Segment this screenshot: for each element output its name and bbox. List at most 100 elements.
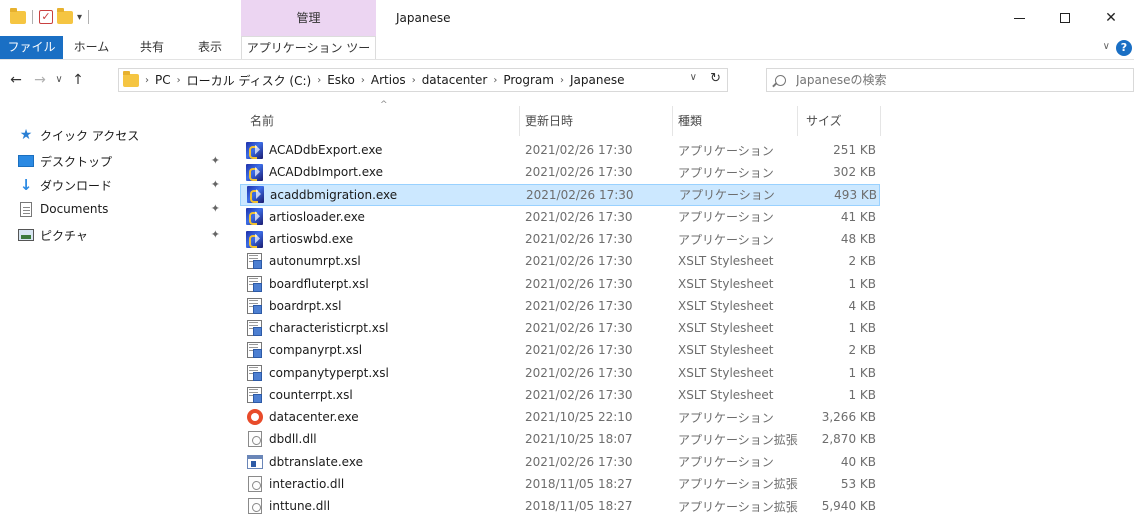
file-name: autonumrpt.xsl xyxy=(269,254,361,269)
file-date: 2021/02/26 17:30 xyxy=(525,165,633,180)
sidebar-item-quick-access[interactable]: ★ クイック アクセス xyxy=(18,124,228,146)
file-row[interactable]: datacenter.exe 2021/10/25 22:10 アプリケーション 3,… xyxy=(240,406,880,428)
file-row[interactable]: characteristicrpt.xsl 2021/02/26 17:30 XSL… xyxy=(240,317,880,339)
recent-locations-button[interactable]: ∨ xyxy=(52,70,66,90)
column-divider[interactable] xyxy=(880,106,881,136)
chevron-down-icon[interactable]: ∨ xyxy=(1103,41,1110,52)
close-button[interactable]: ✕ xyxy=(1088,0,1134,36)
breadcrumb-datacenter[interactable]: datacenter xyxy=(422,73,488,87)
column-divider[interactable] xyxy=(797,106,798,136)
chevron-right-icon[interactable]: › xyxy=(560,75,564,86)
search-input[interactable] xyxy=(796,73,1096,87)
file-row[interactable]: boardrpt.xsl 2021/02/26 17:30 XSLT Stylesh… xyxy=(240,295,880,317)
customize-toolbar-icon[interactable]: ▾ xyxy=(77,12,82,23)
toolbar-divider xyxy=(88,10,90,24)
file-row[interactable]: inttune.dll 2018/11/05 18:27 アプリケーション拡張 5,9… xyxy=(240,495,880,517)
xslt-file-icon xyxy=(246,297,263,314)
up-button[interactable]: ↑ xyxy=(68,70,88,90)
forward-button[interactable]: → xyxy=(30,70,50,90)
column-header-type[interactable]: 種類 xyxy=(678,112,702,130)
sidebar-item-desktop[interactable]: デスクトップ ✦ xyxy=(18,150,228,172)
address-bar[interactable]: › PC › ローカル ディスク (C:) › Esko › Artios › … xyxy=(118,68,728,92)
file-date: 2021/02/26 17:30 xyxy=(525,387,633,402)
back-button[interactable]: ← xyxy=(6,70,26,90)
artios-app-icon xyxy=(246,141,263,159)
file-type: アプリケーション xyxy=(679,188,775,202)
xslt-file-icon xyxy=(246,342,263,359)
pin-icon[interactable]: ✦ xyxy=(211,154,220,167)
tab-share[interactable]: 共有 xyxy=(124,36,180,59)
file-name: datacenter.exe xyxy=(269,410,359,424)
file-row[interactable]: dbdll.dll 2021/10/25 18:07 アプリケーション拡張 2,870… xyxy=(240,428,880,450)
tab-file[interactable]: ファイル xyxy=(0,36,63,59)
column-divider[interactable] xyxy=(672,106,673,136)
file-name: acaddbmigration.exe xyxy=(270,187,398,202)
dll-file-icon xyxy=(246,498,263,515)
chevron-right-icon[interactable]: › xyxy=(412,75,416,86)
file-row[interactable]: companytyperpt.xsl 2021/02/26 17:30 XSLT S… xyxy=(240,362,880,384)
file-row[interactable]: ACADdbImport.exe 2021/02/26 17:30 アプリケーション… xyxy=(240,161,880,183)
file-row[interactable]: acaddbmigration.exe 2021/02/26 17:30 アプリケー… xyxy=(240,183,880,206)
chevron-right-icon[interactable]: › xyxy=(177,75,181,86)
column-header-size[interactable]: サイズ xyxy=(806,112,842,130)
quick-access-toolbar: ✓ ▾ xyxy=(10,7,91,27)
file-date: 2018/11/05 18:27 xyxy=(525,499,633,513)
breadcrumb-pc[interactable]: PC xyxy=(155,73,171,87)
file-row[interactable]: dbtranslate.exe 2021/02/26 17:30 アプリケーション 4… xyxy=(240,451,880,473)
tab-home[interactable]: ホーム xyxy=(63,36,120,59)
file-row[interactable]: ACADdbExport.exe 2021/02/26 17:30 アプリケーション… xyxy=(240,139,880,161)
file-type: アプリケーション xyxy=(678,232,774,247)
sidebar-item-pictures[interactable]: ピクチャ ✦ xyxy=(18,224,228,246)
generic-app-icon xyxy=(246,453,263,470)
file-size: 2,870 KB xyxy=(821,432,876,447)
minimize-button[interactable] xyxy=(996,0,1042,36)
breadcrumb-japanese[interactable]: Japanese xyxy=(570,73,625,87)
file-date: 2021/02/26 17:30 xyxy=(525,343,633,358)
file-size: 40 KB xyxy=(840,454,876,469)
column-header-name[interactable]: 名前 xyxy=(250,112,274,130)
datacenter-app-icon xyxy=(246,409,263,426)
breadcrumb-esko[interactable]: Esko xyxy=(327,73,355,87)
pin-icon[interactable]: ✦ xyxy=(211,228,220,241)
breadcrumb-program[interactable]: Program xyxy=(503,73,554,87)
column-divider[interactable] xyxy=(519,106,520,136)
file-date: 2021/10/25 18:07 xyxy=(525,432,633,447)
download-icon: ↓ xyxy=(19,176,33,194)
pin-icon[interactable]: ✦ xyxy=(211,202,220,215)
properties-icon[interactable]: ✓ xyxy=(39,10,53,24)
file-row[interactable]: counterrpt.xsl 2021/02/26 17:30 XSLT Style… xyxy=(240,384,880,406)
pin-icon[interactable]: ✦ xyxy=(211,178,220,191)
file-row[interactable]: boardfluterpt.xsl 2021/02/26 17:30 XSLT St… xyxy=(240,273,880,295)
breadcrumb-local-disk[interactable]: ローカル ディスク (C:) xyxy=(187,72,312,89)
file-size: 5,940 KB xyxy=(821,499,876,513)
xslt-file-icon xyxy=(246,364,263,381)
refresh-icon[interactable]: ↻ xyxy=(710,71,721,86)
chevron-right-icon[interactable]: › xyxy=(361,75,365,86)
breadcrumb-artios[interactable]: Artios xyxy=(371,73,406,87)
chevron-right-icon[interactable]: › xyxy=(493,75,497,86)
file-row[interactable]: artioswbd.exe 2021/02/26 17:30 アプリケーション 48 … xyxy=(240,228,880,250)
file-row[interactable]: autonumrpt.xsl 2021/02/26 17:30 XSLT Style… xyxy=(240,250,880,272)
file-size: 493 KB xyxy=(834,187,877,202)
chevron-right-icon[interactable]: › xyxy=(317,75,321,86)
file-name-cell: companytyperpt.xsl xyxy=(246,364,389,381)
tab-application-tools[interactable]: アプリケーション ツール xyxy=(241,36,376,78)
file-row[interactable]: interactio.dll 2018/11/05 18:27 アプリケーション拡張… xyxy=(240,473,880,495)
file-name-cell: counterrpt.xsl xyxy=(246,386,353,403)
sidebar-item-downloads[interactable]: ↓ ダウンロード ✦ xyxy=(18,174,228,196)
maximize-button[interactable] xyxy=(1042,0,1088,36)
file-date: 2021/02/26 17:30 xyxy=(525,232,633,246)
search-box[interactable] xyxy=(766,68,1134,92)
context-tab-manage[interactable]: 管理 xyxy=(241,0,376,36)
file-row[interactable]: artiosloader.exe 2021/02/26 17:30 アプリケーション… xyxy=(240,206,880,228)
file-row[interactable]: companyrpt.xsl 2021/02/26 17:30 XSLT Style… xyxy=(240,339,880,361)
file-name-cell: ACADdbImport.exe xyxy=(246,163,383,181)
file-name: artiosloader.exe xyxy=(269,209,365,224)
sidebar-item-documents[interactable]: Documents ✦ xyxy=(18,198,228,220)
tab-view[interactable]: 表示 xyxy=(182,36,238,59)
chevron-down-icon[interactable]: ∨ xyxy=(690,72,697,83)
column-header-date[interactable]: 更新日時 xyxy=(525,112,573,130)
new-folder-icon[interactable] xyxy=(57,7,73,24)
help-icon[interactable]: ? xyxy=(1116,40,1132,56)
file-size: 41 KB xyxy=(840,209,876,224)
